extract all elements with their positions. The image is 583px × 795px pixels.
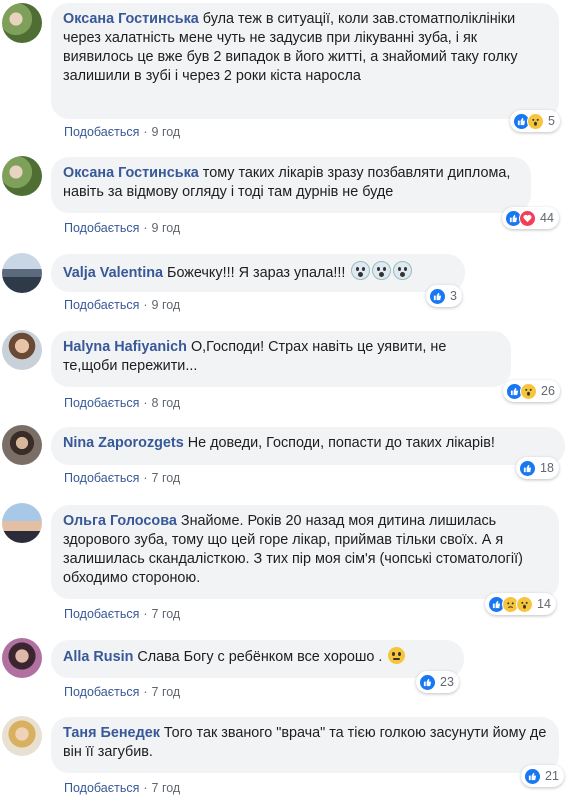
reactions-summary[interactable]: 5	[510, 110, 560, 132]
like-button[interactable]: Подобається	[64, 607, 139, 621]
comment-author[interactable]: Таня Бенедек	[63, 725, 160, 741]
avatar[interactable]	[2, 638, 42, 678]
like-button[interactable]: Подобається	[64, 685, 139, 699]
reaction-count: 23	[440, 675, 454, 689]
like-button[interactable]: Подобається	[64, 298, 139, 312]
avatar[interactable]	[2, 330, 42, 370]
comment-text: Не доведи, Господи, попасти до таких лік…	[187, 435, 495, 451]
separator-dot: ·	[143, 781, 148, 795]
like-icon	[419, 673, 436, 691]
reaction-count: 21	[545, 769, 559, 783]
comment-text: Божечку!!! Я зараз упала!!!	[167, 265, 346, 281]
comment-bubble: Ольга Голосова Знайоме. Років 20 назад м…	[51, 505, 559, 599]
like-icon	[429, 287, 446, 305]
comment-bubble: Таня Бенедек Того так званого "врача" та…	[51, 717, 559, 773]
timestamp[interactable]: 9 год	[152, 125, 181, 139]
comment-author[interactable]: Оксана Гостинська	[63, 165, 199, 181]
reaction-count: 18	[540, 461, 554, 475]
timestamp[interactable]: 7 год	[152, 607, 181, 621]
separator-dot: ·	[143, 685, 148, 699]
reactions-summary[interactable]: 23	[416, 671, 459, 693]
reactions-summary[interactable]: 18	[516, 457, 559, 479]
comment-actions: Подобається · 7 год	[64, 685, 180, 699]
comment-author[interactable]: Alla Rusin	[63, 649, 133, 665]
comment-actions: Подобається · 7 год	[64, 471, 180, 485]
avatar[interactable]	[2, 253, 42, 293]
avatar[interactable]	[2, 156, 42, 196]
comment-author[interactable]: Nina Zaporozgets	[63, 435, 184, 451]
reaction-count: 44	[540, 211, 554, 225]
reactions-summary[interactable]: 21	[521, 765, 564, 787]
scream-emoji-icon	[351, 261, 371, 280]
comment-bubble: Alla Rusin Слава Богу с ребёнком все хор…	[51, 640, 464, 678]
comment-actions: Подобається · 7 год	[64, 781, 180, 795]
separator-dot: ·	[143, 396, 148, 410]
comment-bubble: Valja Valentina Божечку!!! Я зараз упала…	[51, 254, 465, 292]
wow-icon	[516, 595, 533, 613]
comment-bubble: Оксана Гостинська була теж в ситуації, к…	[51, 3, 559, 119]
scream-emoji-icon	[372, 261, 392, 280]
relieved-emoji-icon	[388, 647, 406, 664]
comment-actions: Подобається · 9 год	[64, 221, 180, 235]
reactions-summary[interactable]: 44	[502, 207, 559, 229]
scream-emoji-icon	[393, 261, 413, 280]
comment-author[interactable]: Ольга Голосова	[63, 513, 177, 529]
avatar[interactable]	[2, 716, 42, 756]
comment-bubble: Halyna Hafiyanich О,Господи! Страх навіт…	[51, 331, 511, 387]
comment-bubble: Оксана Гостинська тому таких лікарів зра…	[51, 157, 531, 213]
timestamp[interactable]: 7 год	[152, 471, 181, 485]
comment-actions: Подобається · 9 год	[64, 298, 180, 312]
wow-icon	[520, 382, 537, 400]
like-button[interactable]: Подобається	[64, 125, 139, 139]
wow-icon	[527, 112, 544, 130]
separator-dot: ·	[143, 298, 148, 312]
reaction-count: 14	[537, 597, 551, 611]
comment-text: Слава Богу с ребёнком все хорошо .	[137, 649, 383, 665]
comment-actions: Подобається · 9 год	[64, 125, 180, 139]
avatar[interactable]	[2, 3, 42, 43]
comment-actions: Подобається · 8 год	[64, 396, 180, 410]
reactions-summary[interactable]: 26	[503, 380, 560, 402]
timestamp[interactable]: 9 год	[152, 221, 181, 235]
comment-author[interactable]: Оксана Гостинська	[63, 11, 199, 27]
like-button[interactable]: Подобається	[64, 471, 139, 485]
comment-actions: Подобається · 7 год	[64, 607, 180, 621]
reaction-count: 3	[450, 289, 457, 303]
avatar[interactable]	[2, 503, 42, 543]
reaction-count: 5	[548, 114, 555, 128]
timestamp[interactable]: 8 год	[152, 396, 181, 410]
avatar[interactable]	[2, 425, 42, 465]
reaction-count: 26	[541, 384, 555, 398]
like-button[interactable]: Подобається	[64, 221, 139, 235]
comment-author[interactable]: Halyna Hafiyanich	[63, 339, 187, 355]
like-button[interactable]: Подобається	[64, 781, 139, 795]
comment-author[interactable]: Valja Valentina	[63, 265, 163, 281]
comment-bubble: Nina Zaporozgets Не доведи, Господи, поп…	[51, 427, 565, 465]
like-icon	[524, 767, 541, 785]
reactions-summary[interactable]: 3	[426, 285, 462, 307]
separator-dot: ·	[143, 221, 148, 235]
love-icon	[519, 209, 536, 227]
timestamp[interactable]: 9 год	[152, 298, 181, 312]
like-button[interactable]: Подобається	[64, 396, 139, 410]
separator-dot: ·	[143, 471, 148, 485]
separator-dot: ·	[143, 125, 148, 139]
separator-dot: ·	[143, 607, 148, 621]
timestamp[interactable]: 7 год	[152, 685, 181, 699]
like-icon	[519, 459, 536, 477]
reactions-summary[interactable]: 14	[485, 593, 556, 615]
timestamp[interactable]: 7 год	[152, 781, 181, 795]
